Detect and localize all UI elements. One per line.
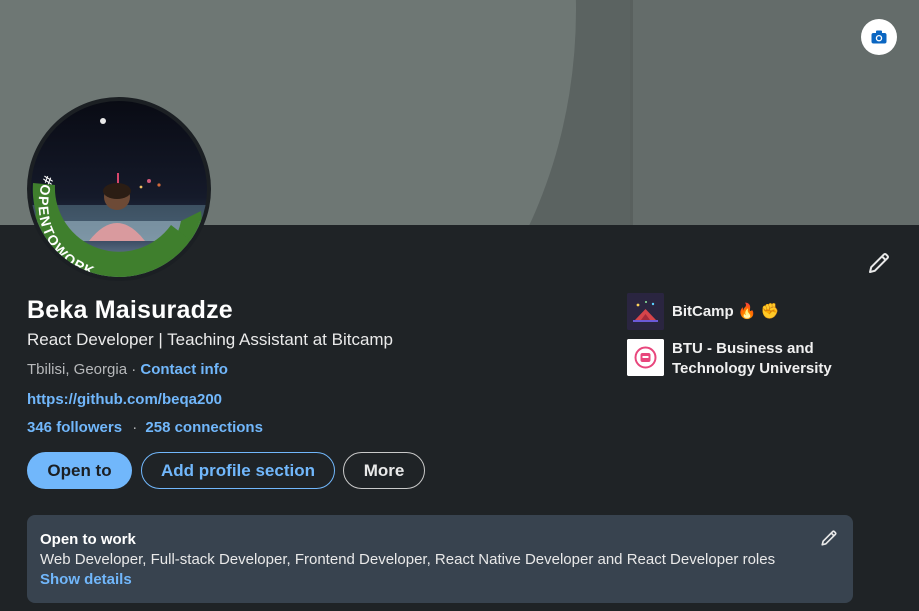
education-btu[interactable]: BTU - Business and Technology University [627, 339, 847, 379]
website-line: https://github.com/beqa200 [27, 391, 222, 408]
bitcamp-name-text: BitCamp [672, 303, 734, 320]
network-line: 346 followers · 258 connections [27, 419, 263, 436]
pencil-icon [869, 253, 889, 273]
location-line: Tbilisi, Georgia · Contact info [27, 361, 228, 378]
add-profile-section-button[interactable]: Add profile section [141, 452, 335, 489]
open-to-work-roles: Web Developer, Full-stack Developer, Fro… [40, 551, 776, 568]
btu-logo [627, 339, 664, 376]
edit-intro-button[interactable] [864, 248, 894, 278]
bitcamp-emoji: 🔥 ✊ [737, 303, 780, 320]
camera-icon [871, 30, 887, 44]
profile-headline: React Developer | Teaching Assistant at … [27, 330, 394, 349]
open-to-work-frame: #OPENTOWORK [32, 174, 190, 277]
open-to-work-panel: Open to work Web Developer, Full-stack D… [27, 515, 853, 603]
contact-info-link[interactable]: Contact info [140, 361, 228, 378]
bitcamp-logo [627, 293, 664, 330]
network-separator: · [132, 419, 138, 436]
avatar-ring: #OPENTOWORK [27, 97, 211, 281]
more-button[interactable]: More [343, 452, 425, 489]
website-link[interactable]: https://github.com/beqa200 [27, 391, 222, 408]
connections-link[interactable]: 258 connections [145, 419, 263, 436]
profile-location: Tbilisi, Georgia [27, 361, 128, 378]
open-to-work-title: Open to work [40, 531, 136, 548]
pencil-icon [821, 530, 837, 546]
profile-name: Beka Maisuradze [27, 296, 233, 324]
followers-link[interactable]: 346 followers [27, 419, 122, 436]
edit-banner-button[interactable] [861, 19, 897, 55]
edit-open-to-work-button[interactable] [818, 527, 840, 549]
avatar[interactable]: #OPENTOWORK [31, 101, 207, 277]
education-btu-name: BTU - Business and Technology University [672, 340, 832, 377]
show-details-link[interactable]: Show details [40, 571, 132, 588]
location-separator: · [131, 361, 137, 378]
experience-bitcamp-name: BitCamp 🔥 ✊ [672, 302, 847, 322]
open-to-button[interactable]: Open to [27, 452, 132, 489]
experience-bitcamp[interactable]: BitCamp 🔥 ✊ [627, 293, 847, 330]
